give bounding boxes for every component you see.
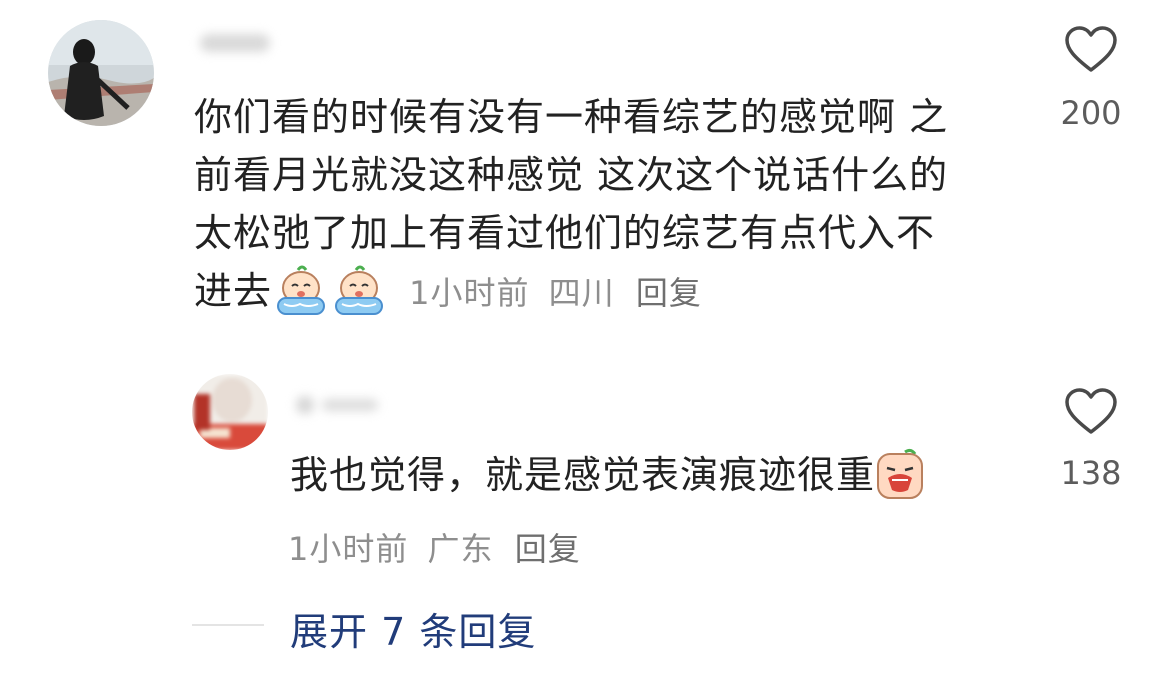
comment-text-line1: 你们看的时候有没有一种看综艺的感觉啊 之 [194,95,949,139]
reply-like-count: 138 [1060,454,1122,492]
heart-icon [1064,388,1118,440]
reply-like-button[interactable] [1036,388,1146,440]
reply-username[interactable] [296,396,396,416]
crying-emoji-icon [330,264,388,332]
comment-text-line3: 太松弛了加上有看过他们的综艺有点代入不 [194,211,936,255]
comment-time: 1小时前 [409,274,530,312]
reply-reply-button[interactable]: 回复 [515,530,581,568]
heart-icon [1064,26,1118,78]
comment-meta: 1小时前 四川 回复 [409,274,702,312]
comment-text-line2: 前看月光就没这种感觉 这次这个说话什么的 [194,153,949,197]
reply-time: 1小时前 [288,530,409,568]
comment-like-button[interactable] [1036,26,1146,78]
comment-reply-button[interactable]: 回复 [636,274,702,312]
comment-like-count: 200 [1060,94,1122,132]
reply-text-row: 我也觉得，就是感觉表演痕迹很重 [290,446,925,516]
reply-text: 我也觉得，就是感觉表演痕迹很重 [290,453,876,497]
comment-text: 你们看的时候有没有一种看综艺的感觉啊 之 前看月光就没这种感觉 这次这个说话什么… [194,88,1014,332]
expand-replies-button[interactable]: 展开 7 条回复 [290,601,536,656]
comment-location: 四川 [548,274,615,312]
reply-meta: 1小时前 广东 回复 [288,524,581,570]
crying-loud-emoji-icon [875,448,925,516]
commenter-username[interactable] [200,34,270,56]
commenter-avatar[interactable] [48,20,154,126]
reply-location: 广东 [427,530,494,568]
crying-emoji-icon [272,264,330,332]
reply-avatar[interactable] [192,374,268,450]
expand-divider [192,624,264,626]
comment-text-line4: 进去 [194,269,273,313]
